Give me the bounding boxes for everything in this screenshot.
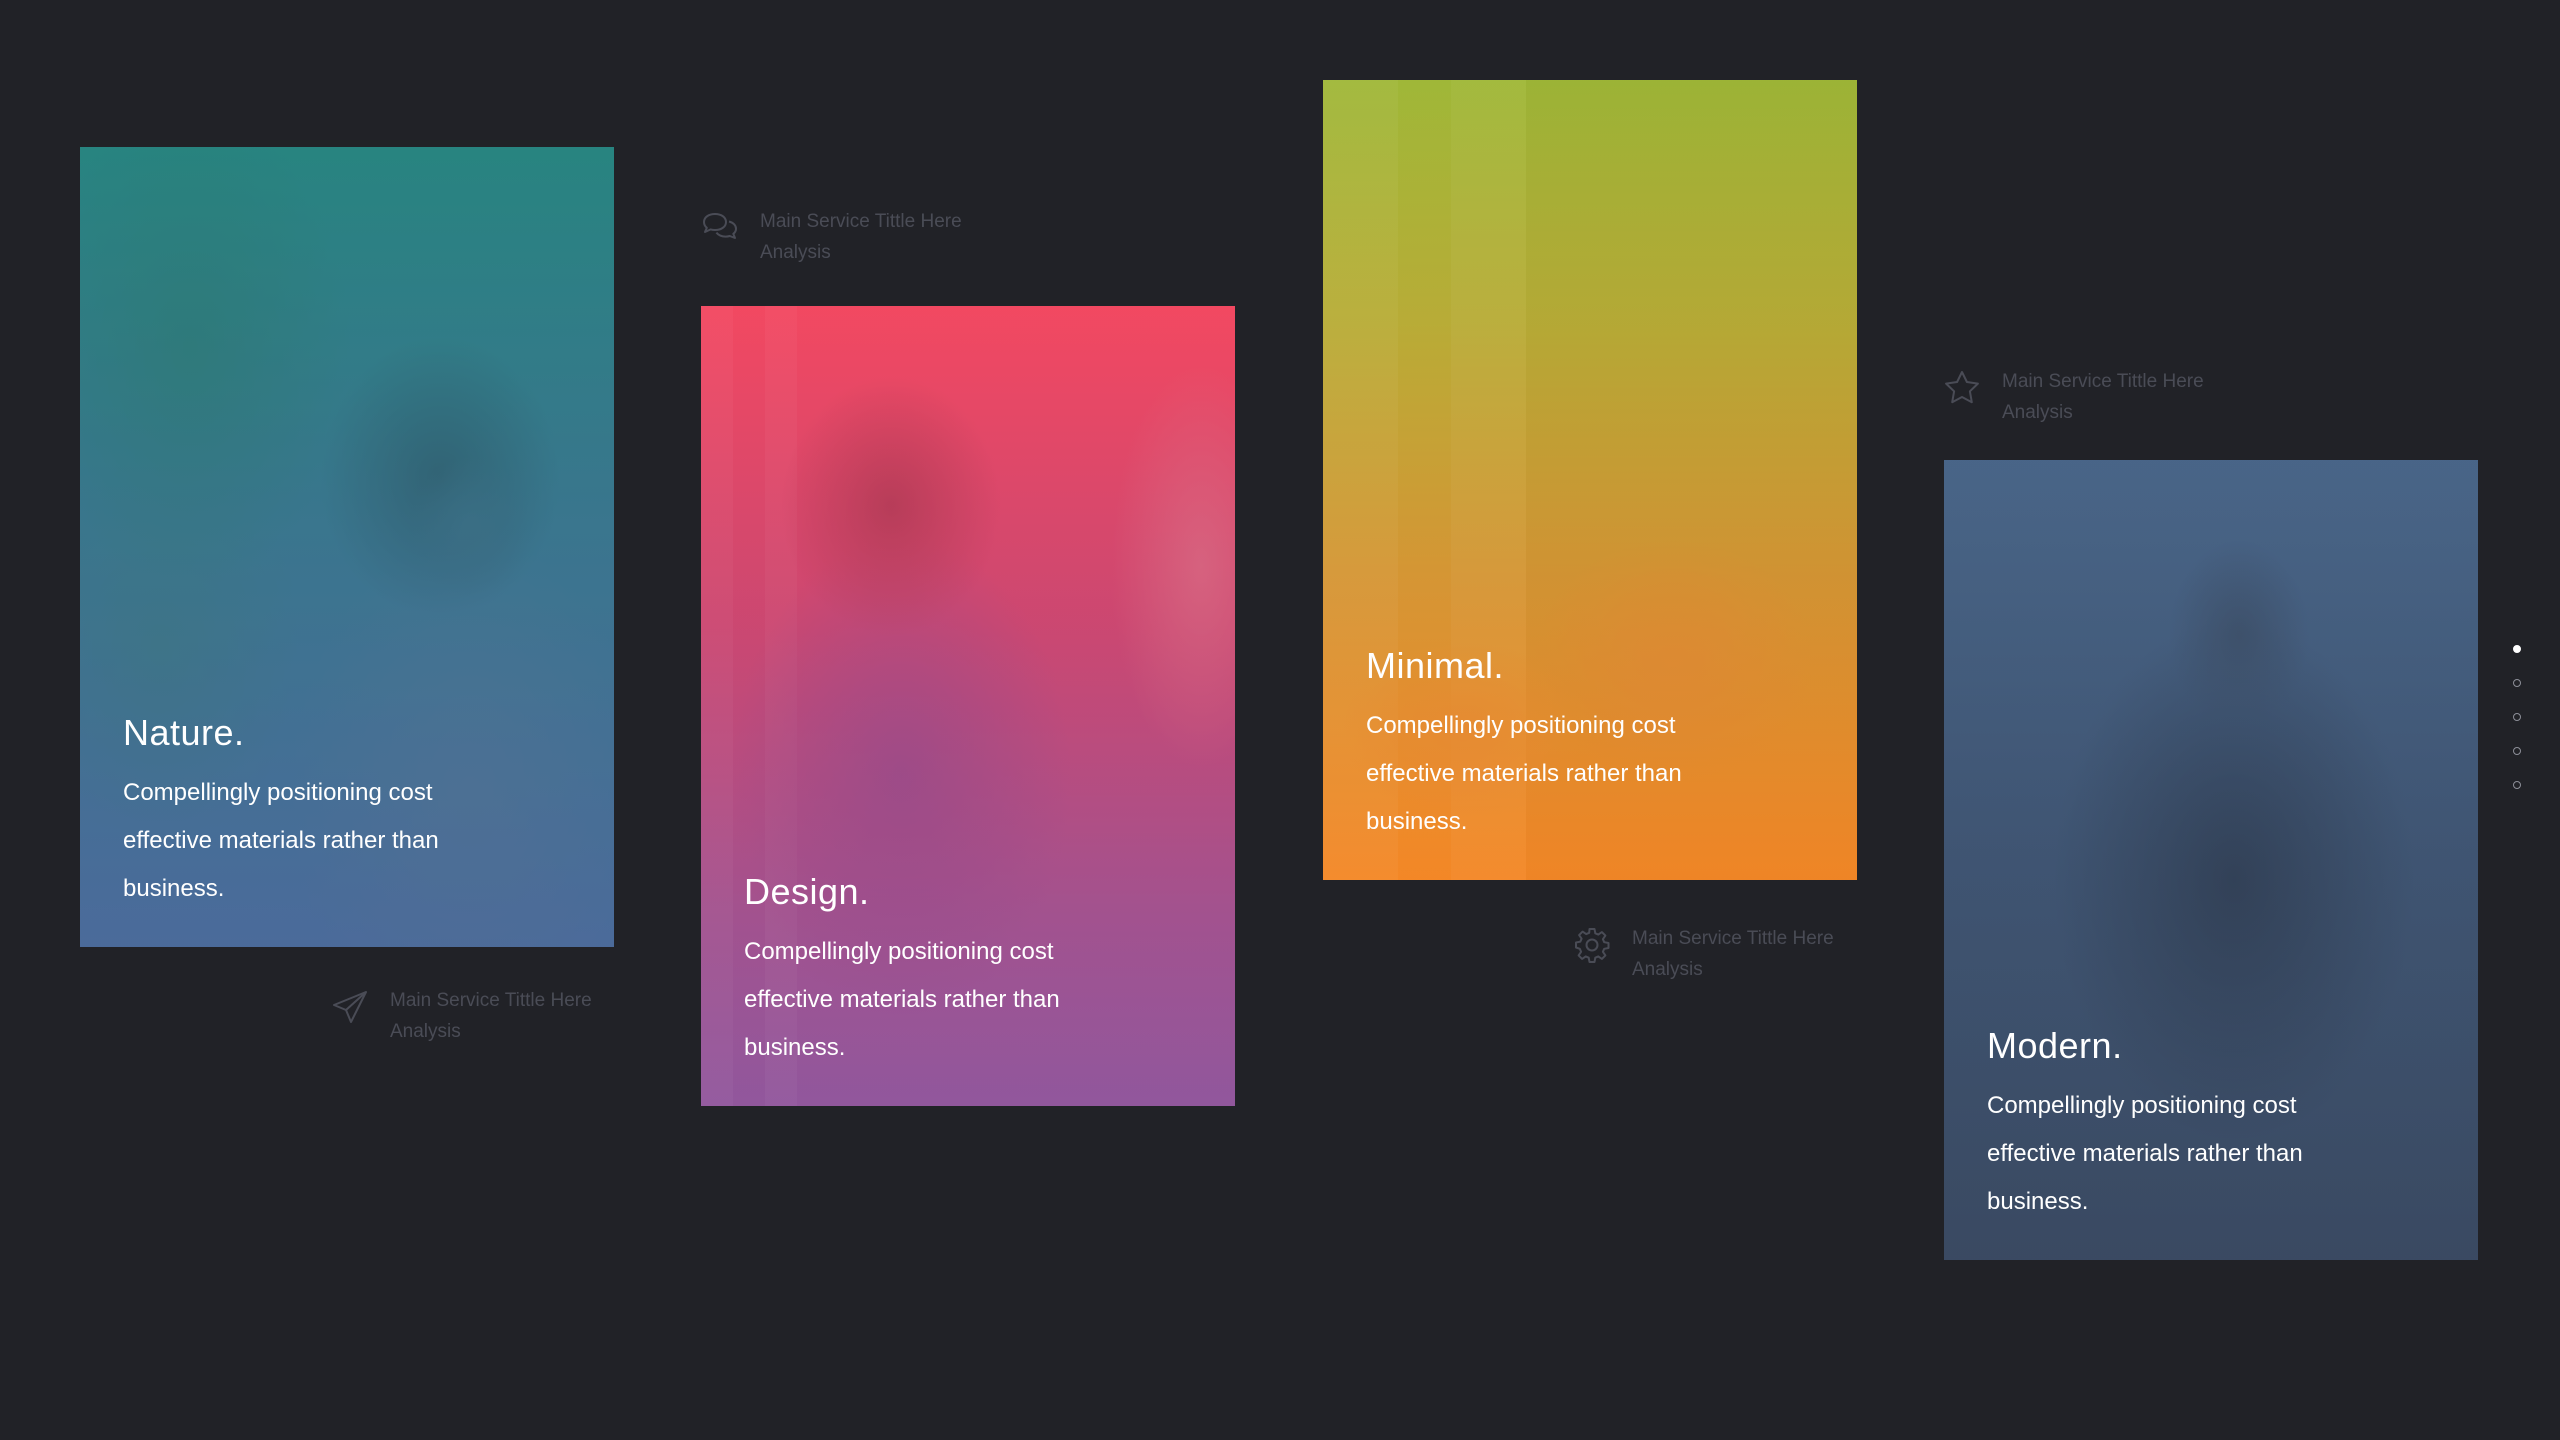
service-title: Main Service Tittle Here (390, 990, 592, 1011)
card-description: Compellingly positioning cost effective … (744, 938, 1060, 1061)
card-description: Compellingly positioning cost effective … (1987, 1092, 2303, 1215)
pagination-dot-4[interactable] (2513, 747, 2521, 755)
pagination-dot-2[interactable] (2513, 679, 2521, 687)
service-caption-chat: Main Service Tittle Here Analysis (700, 206, 962, 268)
gear-icon (1572, 925, 1612, 965)
card-text: Modern. Compellingly positioning cost ef… (1987, 1024, 2438, 1226)
slide-pagination (2513, 645, 2525, 815)
service-title: Main Service Tittle Here (2002, 371, 2204, 392)
card-minimal[interactable]: Minimal. Compellingly positioning cost e… (1323, 80, 1857, 880)
star-icon (1942, 368, 1982, 408)
card-design[interactable]: Design. Compellingly positioning cost ef… (701, 306, 1235, 1106)
service-caption-favorite: Main Service Tittle Here Analysis (1942, 366, 2204, 428)
service-subtitle: Analysis (1632, 959, 1703, 980)
card-title: Modern. (1987, 1025, 2123, 1066)
service-subtitle: Analysis (2002, 402, 2073, 423)
service-lines: Main Service Tittle Here Analysis (2002, 366, 2204, 428)
card-title: Nature. (123, 712, 245, 753)
pagination-dot-3[interactable] (2513, 713, 2521, 721)
card-description: Compellingly positioning cost effective … (1366, 712, 1682, 835)
service-title: Main Service Tittle Here (760, 211, 962, 232)
card-title: Design. (744, 871, 870, 912)
pagination-dot-1[interactable] (2513, 645, 2521, 653)
card-description: Compellingly positioning cost effective … (123, 779, 439, 902)
service-caption-send: Main Service Tittle Here Analysis (330, 985, 592, 1047)
card-title: Minimal. (1366, 645, 1505, 686)
card-text: Minimal. Compellingly positioning cost e… (1366, 644, 1817, 846)
chat-bubbles-icon (700, 208, 740, 248)
card-text: Nature. Compellingly positioning cost ef… (123, 711, 574, 913)
card-text: Design. Compellingly positioning cost ef… (744, 870, 1195, 1072)
service-lines: Main Service Tittle Here Analysis (390, 985, 592, 1047)
card-modern[interactable]: Modern. Compellingly positioning cost ef… (1944, 460, 2478, 1260)
service-lines: Main Service Tittle Here Analysis (1632, 923, 1834, 985)
card-nature[interactable]: Nature. Compellingly positioning cost ef… (80, 147, 614, 947)
slide-canvas: Nature. Compellingly positioning cost ef… (0, 0, 2560, 1440)
service-caption-settings: Main Service Tittle Here Analysis (1572, 923, 1834, 985)
service-subtitle: Analysis (390, 1021, 461, 1042)
pagination-dot-5[interactable] (2513, 781, 2521, 789)
service-lines: Main Service Tittle Here Analysis (760, 206, 962, 268)
service-title: Main Service Tittle Here (1632, 928, 1834, 949)
service-subtitle: Analysis (760, 242, 831, 263)
paper-plane-icon (330, 987, 370, 1027)
